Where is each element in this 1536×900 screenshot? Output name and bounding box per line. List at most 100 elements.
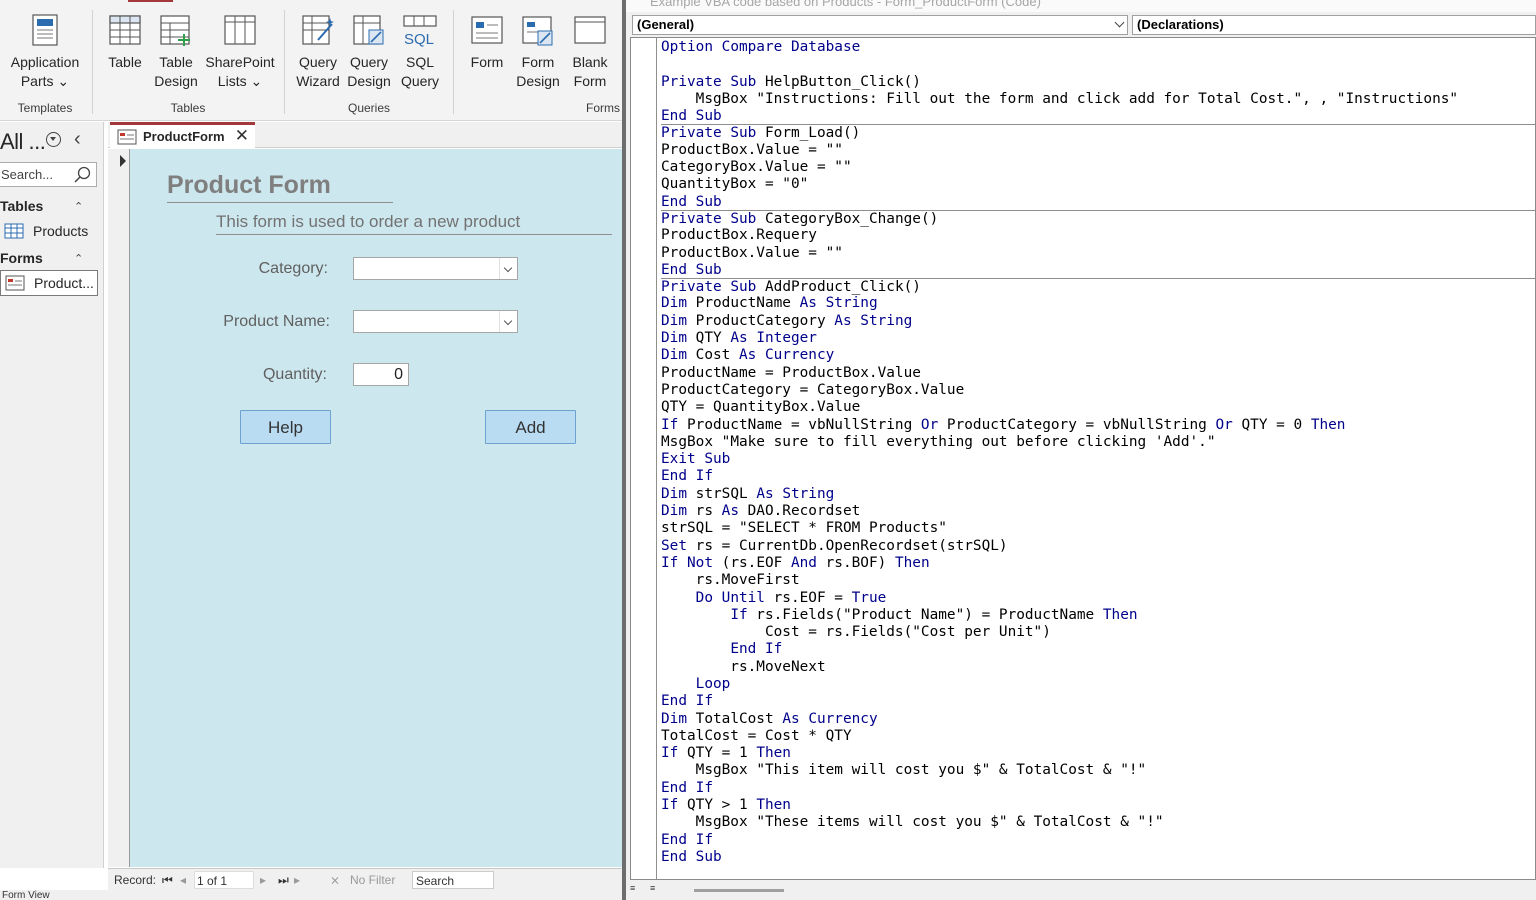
- query-design-button[interactable]: Query Design: [345, 12, 393, 91]
- code-line[interactable]: End Sub: [661, 108, 1535, 125]
- application-parts-button[interactable]: Application Parts ⌄: [6, 12, 84, 91]
- code-line[interactable]: QuantityBox = "0": [661, 176, 1535, 193]
- nav-section-forms[interactable]: Forms: [0, 250, 43, 266]
- form-design-button[interactable]: Form Design: [514, 12, 562, 91]
- code-line[interactable]: Do Until rs.EOF = True: [661, 590, 1535, 607]
- blank-form-button[interactable]: Blank Form: [568, 12, 612, 91]
- query-wizard-button[interactable]: Query Wizard: [294, 12, 342, 91]
- code-line[interactable]: strSQL = "SELECT * FROM Products": [661, 520, 1535, 537]
- full-module-view-icon[interactable]: ≡: [650, 883, 664, 897]
- table-design-button[interactable]: Table Design: [152, 12, 200, 91]
- code-line[interactable]: ProductBox.Requery: [661, 227, 1535, 244]
- record-search-input[interactable]: Search: [412, 871, 494, 889]
- first-record-icon[interactable]: ⏮: [162, 873, 173, 888]
- sharepoint-lists-button[interactable]: SharePoint Lists ⌄: [204, 12, 276, 91]
- code-line[interactable]: Option Compare Database: [661, 39, 1535, 56]
- margin-indicator-bar[interactable]: [631, 38, 657, 879]
- nav-item-productform[interactable]: Product...: [0, 270, 98, 296]
- code-keyword: If: [730, 606, 748, 623]
- code-line[interactable]: End If: [661, 641, 1535, 658]
- code-line[interactable]: End If: [661, 693, 1535, 710]
- code-line[interactable]: If rs.Fields("Product Name") = ProductNa…: [661, 606, 1535, 624]
- nav-section-tables[interactable]: Tables: [0, 198, 43, 214]
- code-line[interactable]: Exit Sub: [661, 451, 1535, 468]
- code-line[interactable]: End If: [661, 780, 1535, 797]
- code-line[interactable]: If ProductName = vbNullString Or Product…: [661, 417, 1535, 434]
- new-record-icon[interactable]: ▸: [294, 873, 300, 887]
- code-line[interactable]: Set rs = CurrentDb.OpenRecordset(strSQL): [661, 538, 1535, 555]
- help-button[interactable]: Help: [240, 410, 331, 444]
- quantity-input[interactable]: 0: [353, 363, 409, 386]
- nav-item-products-table[interactable]: Products: [0, 219, 98, 245]
- category-combo[interactable]: [353, 257, 518, 280]
- current-record-field[interactable]: 1 of 1: [194, 871, 254, 889]
- last-record-icon[interactable]: ⏭: [278, 873, 289, 888]
- nav-pane-title[interactable]: All ...: [0, 129, 46, 155]
- code-line[interactable]: ProductBox.Value = "": [661, 142, 1535, 159]
- code-line[interactable]: Loop: [661, 676, 1535, 693]
- next-record-icon[interactable]: ▸: [260, 873, 266, 887]
- code-line[interactable]: Private Sub Form_Load(): [661, 124, 1535, 141]
- add-button[interactable]: Add: [485, 410, 576, 444]
- table-button[interactable]: Table: [104, 12, 146, 72]
- procedure-combo[interactable]: (Declarations): [1132, 15, 1536, 35]
- code-line[interactable]: End Sub: [661, 194, 1535, 211]
- code-line[interactable]: CategoryBox.Value = "": [661, 159, 1535, 176]
- code-line[interactable]: QTY = QuantityBox.Value: [661, 399, 1535, 416]
- code-line[interactable]: End Sub: [661, 262, 1535, 279]
- code-line[interactable]: Dim ProductName As String: [661, 295, 1535, 312]
- code-line[interactable]: End Sub: [661, 849, 1535, 866]
- close-icon[interactable]: ✕: [235, 126, 249, 146]
- code-line[interactable]: [661, 56, 1535, 73]
- nav-pane-menu-icon[interactable]: [46, 132, 61, 147]
- chevron-up-icon[interactable]: ⌃: [74, 252, 83, 265]
- code-line[interactable]: If QTY = 1 Then: [661, 745, 1535, 762]
- no-filter-label[interactable]: No Filter: [350, 873, 395, 887]
- procedure-view-icon[interactable]: ≡: [630, 883, 644, 897]
- code-line[interactable]: End If: [661, 468, 1535, 485]
- code-line[interactable]: MsgBox "Make sure to fill everything out…: [661, 434, 1535, 451]
- code-editor[interactable]: Option Compare Database Private Sub HelpB…: [630, 37, 1536, 880]
- horizontal-scrollbar[interactable]: [694, 889, 784, 892]
- code-line[interactable]: TotalCost = Cost * QTY: [661, 728, 1535, 745]
- nav-search-input[interactable]: Search...: [0, 162, 97, 187]
- code-line[interactable]: Dim ProductCategory As String: [661, 313, 1535, 330]
- product-name-combo[interactable]: [353, 310, 518, 333]
- code-text[interactable]: Option Compare Database Private Sub HelpB…: [661, 39, 1535, 866]
- record-selector[interactable]: [108, 149, 130, 867]
- chevron-up-icon[interactable]: ⌃: [74, 200, 83, 213]
- code-line[interactable]: Dim rs As DAO.Recordset: [661, 503, 1535, 520]
- code-line[interactable]: ProductBox.Value = "": [661, 245, 1535, 262]
- code-line[interactable]: Dim Cost As Currency: [661, 347, 1535, 364]
- chevron-down-icon[interactable]: [1114, 17, 1125, 28]
- chevron-down-icon[interactable]: [499, 311, 517, 332]
- code-line[interactable]: Dim TotalCost As Currency: [661, 711, 1535, 728]
- search-icon[interactable]: [74, 166, 92, 184]
- sql-query-button[interactable]: SQL SQL Query: [398, 12, 442, 91]
- object-combo[interactable]: (General): [632, 15, 1128, 35]
- code-line[interactable]: Dim QTY As Integer: [661, 330, 1535, 347]
- code-line[interactable]: MsgBox "These items will cost you $" & T…: [661, 814, 1535, 831]
- code-line[interactable]: If QTY > 1 Then: [661, 797, 1535, 814]
- navigation-pane: All ... ‹ Search... Tables ⌃ Products Fo…: [0, 122, 104, 868]
- code-line[interactable]: Private Sub CategoryBox_Change(): [661, 209, 1535, 227]
- nav-pane-collapse-icon[interactable]: ‹: [74, 128, 81, 151]
- code-line[interactable]: rs.MoveNext: [661, 659, 1535, 676]
- code-line[interactable]: ProductCategory = CategoryBox.Value: [661, 382, 1535, 399]
- code-line[interactable]: Private Sub HelpButton_Click(): [661, 74, 1535, 91]
- prev-record-icon[interactable]: ◂: [180, 873, 186, 887]
- tab-productform[interactable]: ProductForm ✕: [110, 122, 255, 149]
- sql-query-label: SQL: [405, 54, 434, 70]
- code-line[interactable]: ProductName = ProductBox.Value: [661, 365, 1535, 382]
- code-line[interactable]: rs.MoveFirst: [661, 572, 1535, 589]
- code-line[interactable]: Dim strSQL As String: [661, 486, 1535, 503]
- code-line[interactable]: MsgBox "This item will cost you $" & Tot…: [661, 762, 1535, 779]
- chevron-down-icon[interactable]: [499, 258, 517, 279]
- filter-icon[interactable]: ⨯: [330, 873, 340, 887]
- code-line[interactable]: If Not (rs.EOF And rs.BOF) Then: [661, 555, 1535, 572]
- code-line[interactable]: Cost = rs.Fields("Cost per Unit"): [661, 624, 1535, 641]
- code-line[interactable]: MsgBox "Instructions: Fill out the form …: [661, 91, 1535, 108]
- form-button[interactable]: Form: [466, 12, 508, 72]
- code-line[interactable]: Private Sub AddProduct_Click(): [661, 278, 1535, 295]
- code-line[interactable]: End If: [661, 832, 1535, 849]
